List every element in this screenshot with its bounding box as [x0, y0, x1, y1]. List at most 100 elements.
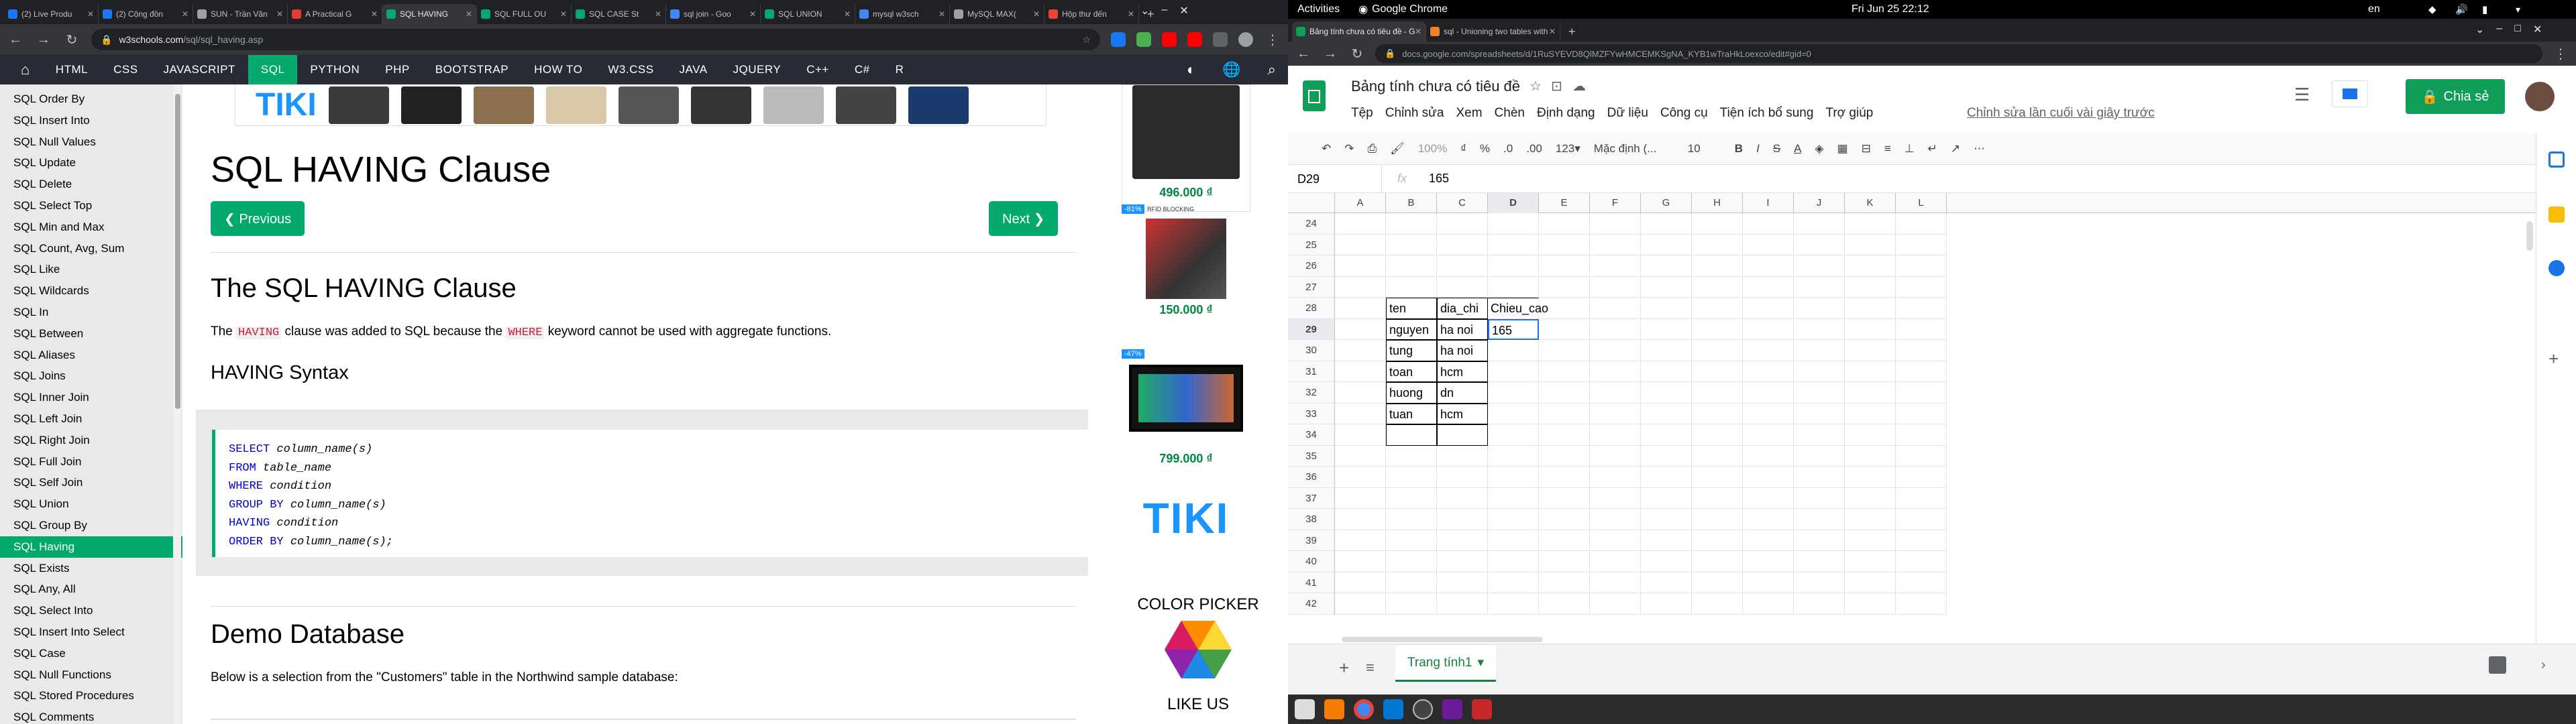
nav-php[interactable]: PHP: [372, 55, 422, 84]
cell-f34[interactable]: [1590, 424, 1641, 446]
row-header[interactable]: 38: [1288, 509, 1335, 530]
cell-i42[interactable]: [1743, 593, 1794, 615]
sidebar-item[interactable]: SQL Full Join: [0, 451, 182, 473]
cell-l28[interactable]: [1896, 298, 1947, 319]
vertical-scroll-thumb[interactable]: [2526, 221, 2533, 251]
cell-d35[interactable]: [1488, 445, 1539, 467]
row-header[interactable]: 35: [1288, 445, 1335, 467]
browser-tab[interactable]: sql join - Goo ✕: [666, 4, 761, 24]
cell-e42[interactable]: [1539, 593, 1590, 615]
browser-tab[interactable]: SQL UNION ✕: [761, 4, 855, 24]
browser-tab[interactable]: (2) Cộng đồn ✕: [99, 4, 193, 24]
cell-h26[interactable]: [1692, 255, 1743, 277]
bold-icon[interactable]: B: [1735, 142, 1743, 156]
app-icon[interactable]: [1442, 699, 1462, 719]
dark-mode-icon[interactable]: ◐: [1187, 61, 1195, 78]
cell-j42[interactable]: [1794, 593, 1845, 615]
font-select[interactable]: Mặc định (...: [1594, 142, 1674, 156]
cell-g24[interactable]: [1641, 213, 1692, 235]
browser-tab[interactable]: sql - Unioning two tables with ✕: [1426, 21, 1560, 42]
cell-g33[interactable]: [1641, 403, 1692, 424]
menu-item[interactable]: Định dạng: [1537, 106, 1595, 121]
app-menu[interactable]: Google Chrome: [1372, 3, 1448, 15]
row-header[interactable]: 32: [1288, 382, 1335, 404]
cell-l27[interactable]: [1896, 276, 1947, 298]
cell-f38[interactable]: [1590, 509, 1641, 530]
cell-f32[interactable]: [1590, 382, 1641, 404]
cell-g42[interactable]: [1641, 593, 1692, 615]
close-icon[interactable]: ✕: [87, 9, 94, 19]
cell-j41[interactable]: [1794, 572, 1845, 593]
cell-j24[interactable]: [1794, 213, 1845, 235]
cell-h25[interactable]: [1692, 234, 1743, 255]
cell-j27[interactable]: [1794, 276, 1845, 298]
cell-k33[interactable]: [1845, 403, 1896, 424]
cell-e27[interactable]: [1539, 276, 1590, 298]
cell-a36[interactable]: [1335, 467, 1386, 488]
formula-input[interactable]: 165: [1422, 172, 1449, 186]
nav-html[interactable]: HTML: [43, 55, 101, 84]
menu-item[interactable]: Trợ giúp: [1825, 106, 1873, 121]
cell-c25[interactable]: [1437, 234, 1488, 255]
cell-a25[interactable]: [1335, 234, 1386, 255]
cell-c35[interactable]: [1437, 445, 1488, 467]
cell-b41[interactable]: [1386, 572, 1437, 593]
sidebar-item[interactable]: SQL Select Into: [0, 600, 182, 621]
row-header[interactable]: 31: [1288, 361, 1335, 382]
close-icon[interactable]: ✕: [1549, 27, 1556, 36]
menu-item[interactable]: Dữ liệu: [1607, 106, 1648, 121]
row-header[interactable]: 27: [1288, 276, 1335, 298]
cell-k24[interactable]: [1845, 213, 1896, 235]
cell-c33[interactable]: hcm: [1437, 403, 1488, 424]
browser-tab[interactable]: SQL CASE St ✕: [572, 4, 666, 24]
chrome-icon[interactable]: [1354, 699, 1374, 719]
cell-c39[interactable]: [1437, 530, 1488, 551]
cell-d32[interactable]: [1488, 382, 1539, 404]
sidebar-item[interactable]: SQL Insert Into Select: [0, 621, 182, 643]
cell-d39[interactable]: [1488, 530, 1539, 551]
cell-a41[interactable]: [1335, 572, 1386, 593]
cell-h39[interactable]: [1692, 530, 1743, 551]
cell-j32[interactable]: [1794, 382, 1845, 404]
cell-d30[interactable]: [1488, 340, 1539, 361]
ad-product-card[interactable]: -81% RFID BLOCKING 150.000 ₫: [1122, 202, 1250, 337]
menu-item[interactable]: Tệp: [1351, 106, 1373, 121]
sidebar-item[interactable]: SQL Select Top: [0, 195, 182, 217]
browser-tab[interactable]: Hộp thư đến ✕: [1044, 4, 1139, 24]
rotate-icon[interactable]: ↗: [1951, 142, 1960, 156]
nav-java[interactable]: JAVA: [667, 55, 720, 84]
cell-i24[interactable]: [1743, 213, 1794, 235]
cell-i34[interactable]: [1743, 424, 1794, 446]
cell-c37[interactable]: [1437, 487, 1488, 509]
cell-f26[interactable]: [1590, 255, 1641, 277]
wrap-icon[interactable]: ↵: [1928, 142, 1937, 156]
cell-h40[interactable]: [1692, 551, 1743, 572]
cell-c30[interactable]: ha noi: [1437, 340, 1488, 361]
cell-h28[interactable]: [1692, 298, 1743, 319]
cell-l41[interactable]: [1896, 572, 1947, 593]
row-header[interactable]: 39: [1288, 530, 1335, 551]
cell-g35[interactable]: [1641, 445, 1692, 467]
cell-e33[interactable]: [1539, 403, 1590, 424]
cell-a35[interactable]: [1335, 445, 1386, 467]
row-header[interactable]: 30: [1288, 340, 1335, 361]
cell-k34[interactable]: [1845, 424, 1896, 446]
sheet-tab[interactable]: Trang tính1 ▾: [1395, 646, 1496, 682]
cell-f39[interactable]: [1590, 530, 1641, 551]
nav-sql[interactable]: SQL: [248, 55, 298, 84]
maximize-icon[interactable]: □: [2514, 23, 2521, 36]
close-icon[interactable]: ✕: [1415, 27, 1421, 36]
cell-a32[interactable]: [1335, 382, 1386, 404]
url-input[interactable]: 🔒 docs.google.com/spreadsheets/d/1RuSYEV…: [1375, 44, 2542, 63]
cell-l42[interactable]: [1896, 593, 1947, 615]
cell-e31[interactable]: [1539, 361, 1590, 382]
sidebar-item[interactable]: SQL Between: [0, 323, 182, 345]
cell-d33[interactable]: [1488, 403, 1539, 424]
cell-l30[interactable]: [1896, 340, 1947, 361]
nav-how-to[interactable]: HOW TO: [521, 55, 595, 84]
cell-i30[interactable]: [1743, 340, 1794, 361]
cell-d28[interactable]: Chieu_cao: [1488, 298, 1548, 319]
sidebar-item[interactable]: SQL Update: [0, 152, 182, 174]
youtube-icon[interactable]: [1187, 32, 1202, 47]
cell-g36[interactable]: [1641, 467, 1692, 488]
